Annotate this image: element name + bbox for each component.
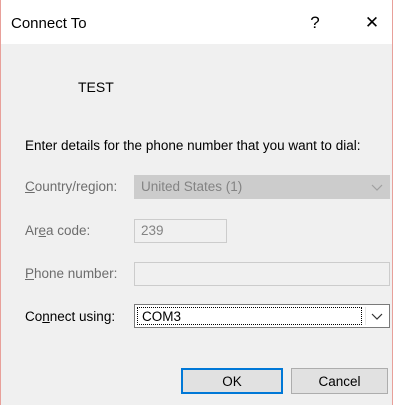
dropdown-separator xyxy=(365,307,366,325)
connect-to-dialog: Connect To ? ✕ TEST Enter details for th… xyxy=(0,0,393,405)
country-region-label: Country/region: xyxy=(25,179,118,194)
area-code-label: Area code: xyxy=(25,223,91,238)
help-button[interactable]: ? xyxy=(297,8,333,38)
connect-using-value: COM3 xyxy=(142,309,182,324)
chevron-down-icon xyxy=(371,184,383,191)
connect-using-select[interactable]: COM3 xyxy=(134,304,390,328)
area-code-value: 239 xyxy=(141,223,164,238)
connect-using-focus-box: COM3 xyxy=(137,307,362,325)
connection-name: TEST xyxy=(78,79,114,95)
ok-button[interactable]: OK xyxy=(181,368,283,394)
cancel-button[interactable]: Cancel xyxy=(291,368,388,394)
country-region-select[interactable]: United States (1) xyxy=(134,175,390,199)
connect-using-label: Connect using: xyxy=(25,309,116,324)
help-icon: ? xyxy=(310,13,320,32)
title-bar: Connect To ? ✕ xyxy=(1,0,392,44)
close-button[interactable]: ✕ xyxy=(354,8,390,38)
dialog-title: Connect To xyxy=(11,15,87,32)
dialog-body: TEST Enter details for the phone number … xyxy=(1,44,392,405)
phone-number-label: Phone number: xyxy=(25,266,118,281)
country-region-value: United States (1) xyxy=(141,179,243,194)
close-icon: ✕ xyxy=(364,13,380,32)
chevron-down-icon[interactable] xyxy=(369,308,385,324)
instructions-text: Enter details for the phone number that … xyxy=(25,138,361,153)
area-code-input[interactable]: 239 xyxy=(134,219,227,243)
phone-number-input[interactable] xyxy=(134,262,390,286)
